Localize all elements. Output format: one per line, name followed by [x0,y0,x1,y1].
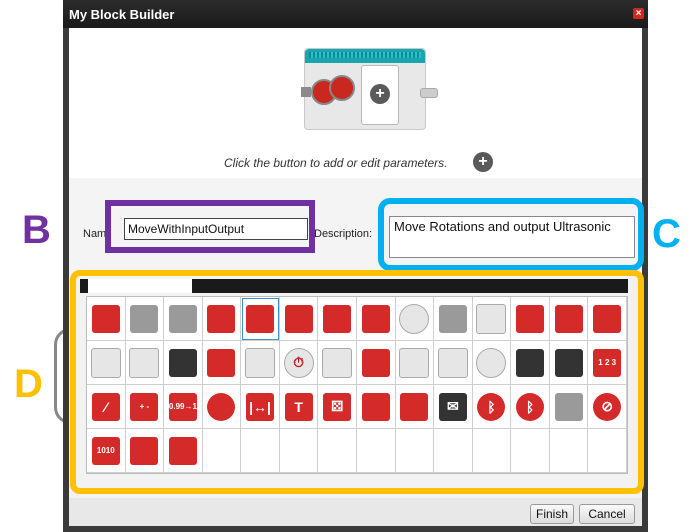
cancel-button[interactable]: Cancel [579,504,635,524]
annotation-box-c [378,198,644,271]
add-parameter-button[interactable]: + [473,152,493,172]
annotation-letter-c: C [652,212,681,256]
annotation-letter-d: D [14,362,43,406]
titlebar: My Block Builder × [63,0,648,28]
close-icon[interactable]: × [633,8,644,19]
block-preview-area: + Click the button to add or edit parame… [69,28,642,178]
block-preview[interactable]: + [301,48,438,130]
add-parameter-icon[interactable]: + [370,84,390,104]
finish-button[interactable]: Finish [530,504,574,524]
dialog-footer: Finish Cancel [69,498,642,526]
annotation-box-b [105,200,315,253]
block-motors-icon [309,73,355,105]
parameter-slot[interactable]: + [361,65,399,125]
name-label: Nam [83,228,107,240]
annotation-letter-b: B [22,208,51,252]
block-body: + [301,48,426,130]
description-label: Description: [314,228,373,240]
sequence-plug-out [420,88,438,98]
annotation-box-d [70,270,644,494]
dialog-title: My Block Builder [69,7,175,22]
block-top-bar [305,49,425,63]
hint-text: Click the button to add or edit paramete… [224,156,448,170]
